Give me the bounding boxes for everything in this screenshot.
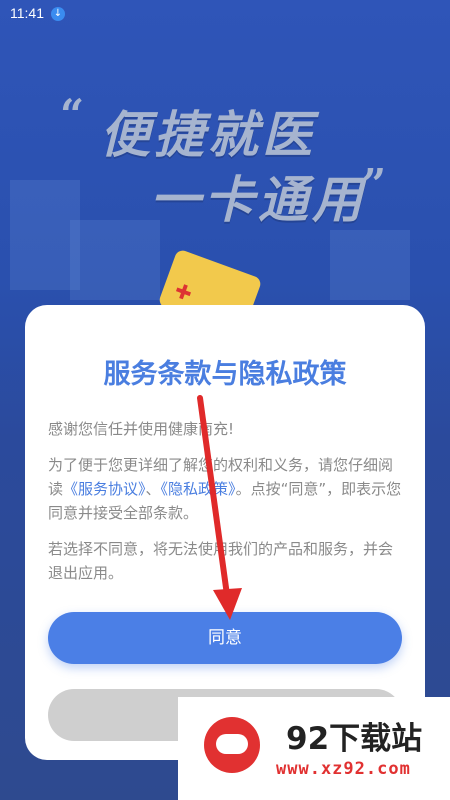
download-icon: ↓ [51,7,65,21]
link-separator: 、 [145,480,161,498]
watermark-name: 92下载站 [286,721,423,757]
agree-button[interactable]: 同意 [48,612,402,664]
watermark: 92下载站 www.xz92.com [178,697,450,800]
dialog-body: 感谢您信任并使用健康南充! 为了便于您更详细了解您的权利和义务，请您仔细阅读《服… [48,417,404,597]
thanks-text: 感谢您信任并使用健康南充! [48,420,235,438]
background-decoration [70,220,160,300]
dialog-title: 服务条款与隐私政策 [103,359,347,390]
status-time: 11:41 [10,5,44,21]
privacy-policy-link[interactable]: 《隐私政策》 [161,480,236,498]
watermark-url: www.xz92.com [276,759,411,779]
service-agreement-link[interactable]: 《服务协议》 [63,480,146,498]
slogan-line-2: 一卡通用 [150,171,366,229]
terms-dialog: 服务条款与隐私政策 感谢您信任并使用健康南充! 为了便于您更详细了解您的权利和义… [25,305,425,760]
status-bar: 11:41 ↓ [0,0,450,28]
background-decoration [330,230,410,300]
slogan-line-1: 便捷就医 [100,106,316,164]
quote-close-mark: ” [362,160,387,209]
disagree-warning-text: 若选择不同意，将无法使用我们的产品和服务，并会退出应用。 [48,540,394,582]
agreement-text: 为了便于您更详细了解您的权利和义务，请您仔细阅读《服务协议》、《隐私政策》。点按… [48,453,404,525]
gamepad-logo-icon [204,717,260,773]
quote-open-mark: “ [60,90,85,139]
